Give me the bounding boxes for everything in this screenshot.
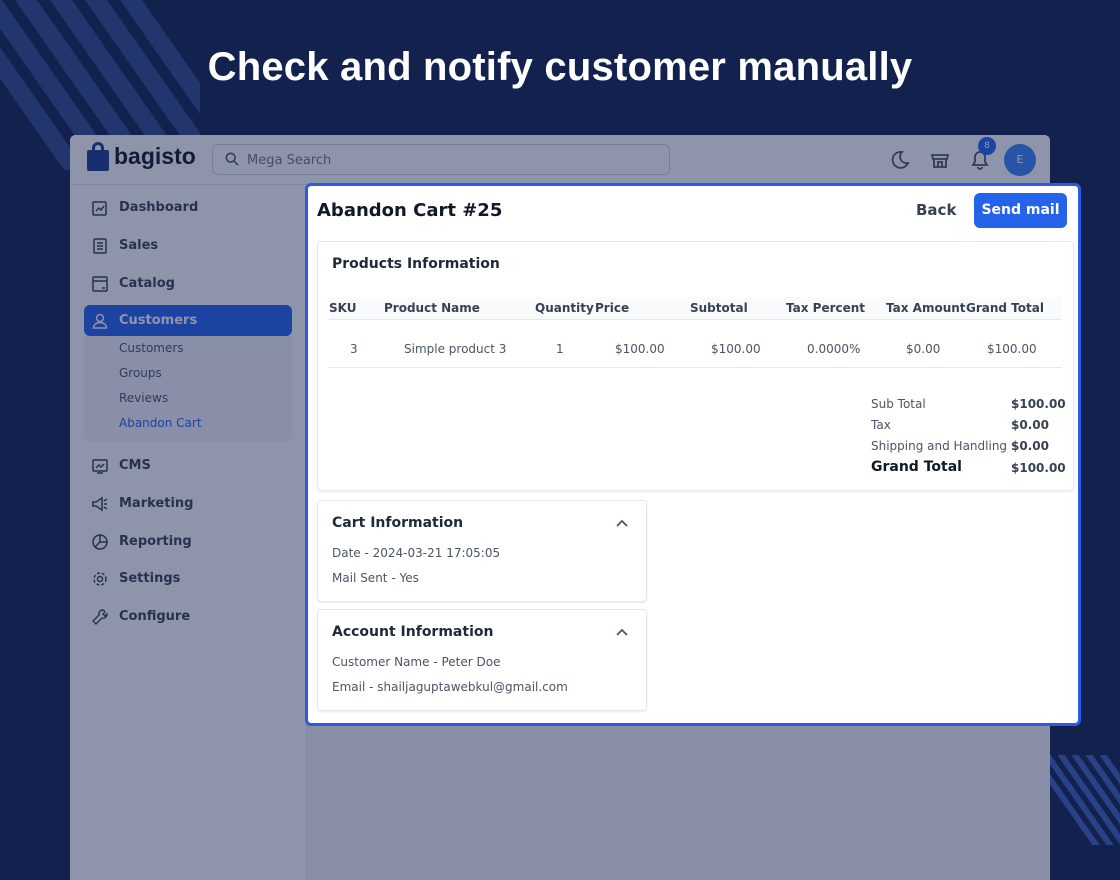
column-header: SKU bbox=[329, 301, 357, 315]
products-information-card: Products Information SKU Product Name Qu… bbox=[317, 241, 1074, 491]
column-header: Price bbox=[595, 301, 630, 315]
sub-total-label: Sub Total bbox=[871, 397, 926, 411]
customer-email: Email - shailjaguptawebkul@gmail.com bbox=[332, 680, 568, 694]
table-cell: $100.00 bbox=[987, 342, 1037, 356]
shipping-value: $0.00 bbox=[1011, 439, 1049, 453]
column-header: Grand Total bbox=[966, 301, 1044, 315]
card-title: Account Information bbox=[332, 624, 494, 640]
chevron-up-icon[interactable] bbox=[615, 517, 629, 531]
chevron-up-icon[interactable] bbox=[615, 626, 629, 640]
card-title: Products Information bbox=[332, 256, 500, 272]
tax-label: Tax bbox=[871, 418, 891, 432]
table-cell: $100.00 bbox=[615, 342, 665, 356]
column-header: Subtotal bbox=[690, 301, 748, 315]
back-button[interactable]: Back bbox=[916, 201, 956, 219]
shipping-label: Shipping and Handling bbox=[871, 439, 1008, 453]
abandon-cart-panel: Abandon Cart #25 Back Send mail Products… bbox=[305, 183, 1081, 726]
table-cell: 3 bbox=[350, 342, 358, 356]
column-header: Tax Amount bbox=[886, 301, 966, 315]
cart-date: Date - 2024-03-21 17:05:05 bbox=[332, 546, 501, 560]
grand-total-label: Grand Total bbox=[871, 459, 962, 475]
table-cell: $0.00 bbox=[906, 342, 941, 356]
grand-total-value: $100.00 bbox=[1011, 461, 1066, 475]
table-cell: $100.00 bbox=[711, 342, 761, 356]
page-title: Abandon Cart #25 bbox=[317, 200, 503, 221]
send-mail-button[interactable]: Send mail bbox=[974, 193, 1067, 228]
table-cell: Simple product 3 bbox=[404, 342, 507, 356]
customer-name: Customer Name - Peter Doe bbox=[332, 655, 501, 669]
account-information-card: Account Information Customer Name - Pete… bbox=[317, 609, 647, 711]
column-header: Tax Percent bbox=[786, 301, 866, 315]
table-cell: 0.0000% bbox=[807, 342, 861, 356]
card-title: Cart Information bbox=[332, 515, 464, 531]
column-header: Quantity bbox=[535, 301, 594, 315]
mail-sent-status: Mail Sent - Yes bbox=[332, 571, 419, 585]
divider bbox=[329, 367, 1062, 368]
table-header: SKU Product Name Quantity Price Subtotal… bbox=[329, 297, 1062, 320]
decorative-stripes-bottom-right bbox=[1045, 755, 1120, 845]
headline: Check and notify customer manually bbox=[207, 45, 913, 89]
table-cell: 1 bbox=[556, 342, 564, 356]
sub-total-value: $100.00 bbox=[1011, 397, 1066, 411]
column-header: Product Name bbox=[384, 301, 480, 315]
tax-value: $0.00 bbox=[1011, 418, 1049, 432]
cart-information-card: Cart Information Date - 2024-03-21 17:05… bbox=[317, 500, 647, 602]
